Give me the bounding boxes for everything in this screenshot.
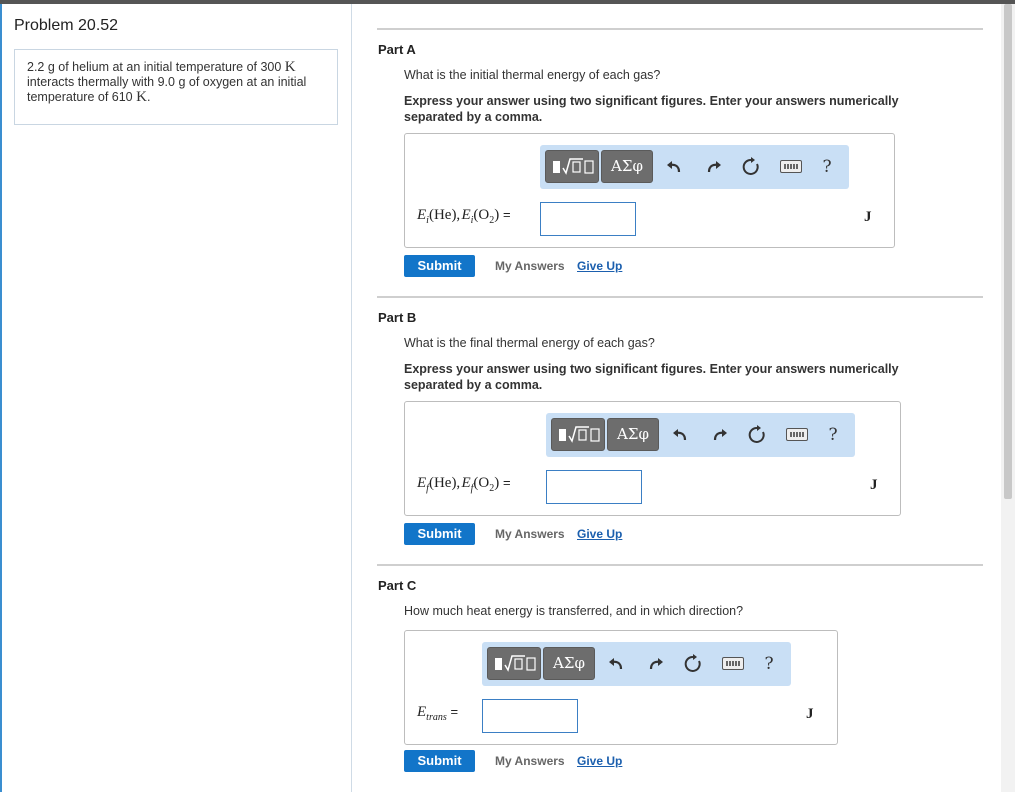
redo-icon[interactable] bbox=[644, 653, 666, 675]
answer-input[interactable] bbox=[546, 470, 642, 504]
statement-line3: temperature of 610 bbox=[27, 90, 137, 104]
part-divider bbox=[377, 296, 983, 298]
keyboard-icon[interactable] bbox=[780, 160, 802, 173]
kelvin-unit-1: K bbox=[284, 59, 296, 75]
redo-icon[interactable] bbox=[708, 424, 730, 446]
part-divider bbox=[377, 28, 983, 30]
give-up-link[interactable]: Give Up bbox=[577, 527, 622, 541]
answer-input[interactable] bbox=[482, 699, 578, 733]
statement-line1: 2.2 g of helium at an initial temperatur… bbox=[27, 60, 285, 74]
submit-button[interactable]: Submit bbox=[404, 255, 475, 277]
answer-box: ΑΣφ ? Ef(He), Ef(O2) = J bbox=[404, 401, 901, 516]
templates-icon bbox=[553, 158, 594, 175]
redo-icon[interactable] bbox=[702, 156, 724, 178]
part-b: Part B What is the final thermal energy … bbox=[377, 296, 983, 546]
math-toolbar: ΑΣφ ? bbox=[482, 642, 791, 686]
help-icon[interactable]: ? bbox=[816, 156, 838, 178]
my-answers-link[interactable]: My Answers bbox=[495, 259, 565, 273]
my-answers-link[interactable]: My Answers bbox=[495, 527, 565, 541]
statement-period: . bbox=[146, 90, 151, 104]
undo-icon[interactable] bbox=[670, 424, 692, 446]
templates-button[interactable] bbox=[551, 418, 605, 451]
templates-button[interactable] bbox=[487, 647, 541, 680]
part-instruction: Express your answer using two significan… bbox=[404, 94, 899, 124]
equation-label: Ei(He), Ei(O2) = bbox=[417, 207, 511, 226]
part-question: How much heat energy is transferred, and… bbox=[404, 604, 744, 618]
greek-symbols-button[interactable]: ΑΣφ bbox=[543, 647, 595, 680]
keyboard-icon[interactable] bbox=[722, 657, 744, 670]
greek-symbols-button[interactable]: ΑΣφ bbox=[601, 150, 653, 183]
my-answers-link[interactable]: My Answers bbox=[495, 754, 565, 768]
scrollbar-thumb[interactable] bbox=[1004, 4, 1012, 499]
equals-sign: = bbox=[502, 207, 511, 222]
templates-icon bbox=[495, 655, 536, 672]
templates-icon bbox=[559, 426, 600, 443]
statement-line2: interacts thermally with 9.0 g of oxygen… bbox=[27, 75, 307, 89]
reset-icon[interactable] bbox=[746, 424, 768, 446]
give-up-link[interactable]: Give Up bbox=[577, 259, 622, 273]
problem-title: Problem 20.52 bbox=[14, 17, 119, 34]
pane-accent bbox=[0, 4, 2, 792]
reset-icon[interactable] bbox=[682, 653, 704, 675]
part-label: Part B bbox=[378, 310, 417, 325]
problem-pane: Problem 20.52 2.2 g of helium at an init… bbox=[0, 4, 352, 792]
problem-statement: 2.2 g of helium at an initial temperatur… bbox=[14, 49, 338, 125]
math-toolbar: ΑΣφ ? bbox=[540, 145, 849, 189]
help-icon[interactable]: ? bbox=[758, 653, 780, 675]
reset-icon[interactable] bbox=[740, 156, 762, 178]
equation-label: Ef(He), Ef(O2) = bbox=[417, 475, 511, 494]
equation-label: Etrans = bbox=[417, 704, 459, 723]
part-instruction: Express your answer using two significan… bbox=[404, 362, 899, 392]
greek-symbols-button[interactable]: ΑΣφ bbox=[607, 418, 659, 451]
part-question: What is the initial thermal energy of ea… bbox=[404, 68, 661, 82]
answer-box: ΑΣφ ? Etrans = J bbox=[404, 630, 838, 745]
part-a: Part A What is the initial thermal energ… bbox=[377, 28, 983, 278]
part-label: Part A bbox=[378, 42, 416, 57]
undo-icon[interactable] bbox=[606, 653, 628, 675]
templates-button[interactable] bbox=[545, 150, 599, 183]
vertical-scrollbar[interactable] bbox=[1001, 4, 1015, 792]
unit-label: J bbox=[806, 706, 814, 722]
give-up-link[interactable]: Give Up bbox=[577, 754, 622, 768]
part-c: Part C How much heat energy is transferr… bbox=[377, 564, 983, 789]
equals-sign: = bbox=[450, 704, 459, 719]
equals-sign: = bbox=[502, 475, 511, 490]
undo-icon[interactable] bbox=[664, 156, 686, 178]
unit-label: J bbox=[870, 477, 878, 493]
kelvin-unit-2: K bbox=[136, 89, 147, 105]
parts-pane: Part A What is the initial thermal energ… bbox=[353, 4, 1015, 792]
unit-label: J bbox=[864, 209, 872, 225]
answer-box: ΑΣφ ? Ei(He), Ei(O2) = J bbox=[404, 133, 895, 248]
submit-button[interactable]: Submit bbox=[404, 750, 475, 772]
part-label: Part C bbox=[378, 578, 417, 593]
submit-button[interactable]: Submit bbox=[404, 523, 475, 545]
keyboard-icon[interactable] bbox=[786, 428, 808, 441]
math-toolbar: ΑΣφ ? bbox=[546, 413, 855, 457]
answer-input[interactable] bbox=[540, 202, 636, 236]
part-question: What is the final thermal energy of each… bbox=[404, 336, 655, 350]
part-divider bbox=[377, 564, 983, 566]
help-icon[interactable]: ? bbox=[822, 424, 844, 446]
